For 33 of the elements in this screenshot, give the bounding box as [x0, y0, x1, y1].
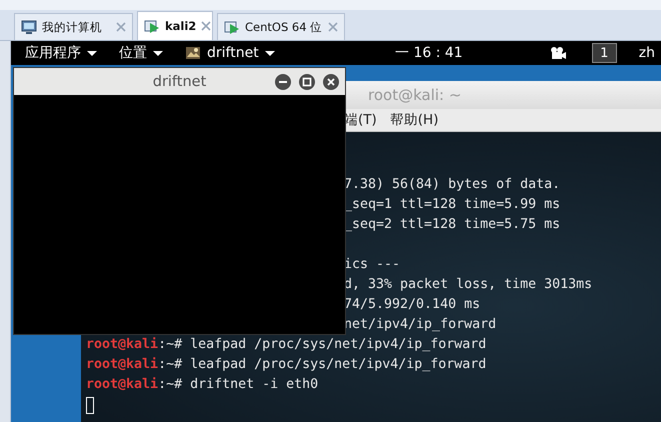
vm-tab[interactable]: CentOS 64 位 — [217, 13, 345, 40]
window-title: driftnet — [152, 74, 206, 90]
text-cursor — [86, 397, 94, 414]
terminal-output: _seq=1 ttl=128 time=5.99 ms — [344, 197, 560, 212]
terminal-output: _seq=2 ttl=128 time=5.75 ms — [344, 217, 560, 232]
terminal-output: net/ipv4/ip_forward — [344, 317, 496, 332]
clock[interactable]: 一 16 : 41 — [395, 44, 463, 62]
maximize-icon[interactable] — [299, 74, 315, 90]
caret-icon — [264, 50, 275, 56]
terminal-output: 74/5.992/0.140 ms — [344, 297, 480, 312]
terminal-output: 7.38) 56(84) bytes of data. — [344, 177, 560, 192]
computer-icon — [21, 19, 37, 35]
camera-icon[interactable] — [550, 46, 566, 60]
vm-tab[interactable]: kali2 — [137, 11, 213, 40]
vm-play-icon — [224, 19, 240, 35]
caret-icon — [153, 50, 163, 56]
picture-icon — [185, 45, 201, 61]
close-icon[interactable] — [323, 74, 339, 90]
caret-icon — [87, 50, 97, 56]
vm-tab[interactable]: 我的计算机 — [14, 13, 133, 40]
terminal-output: ics --- — [344, 257, 400, 272]
vm-play-icon — [144, 18, 160, 34]
input-method[interactable]: zh — [638, 45, 655, 61]
app-menu[interactable]: driftnet — [185, 45, 275, 61]
menu-item[interactable]: 帮助(H) — [390, 111, 438, 129]
terminal-command: root@kali:~# driftnet -i eth0 — [86, 377, 318, 392]
terminal-command: root@kali:~# leafpad /proc/sys/net/ipv4/ip_forward — [86, 337, 486, 352]
panel-menu[interactable]: 应用程序 — [25, 44, 97, 62]
minimize-icon[interactable] — [275, 74, 291, 90]
workspace-button[interactable]: 1 — [592, 43, 617, 63]
panel-menu[interactable]: 位置 — [119, 44, 163, 62]
window-title: root@kali: ~ — [368, 86, 462, 104]
terminal-command: root@kali:~# leafpad /proc/sys/net/ipv4/ip_forward — [86, 357, 486, 372]
